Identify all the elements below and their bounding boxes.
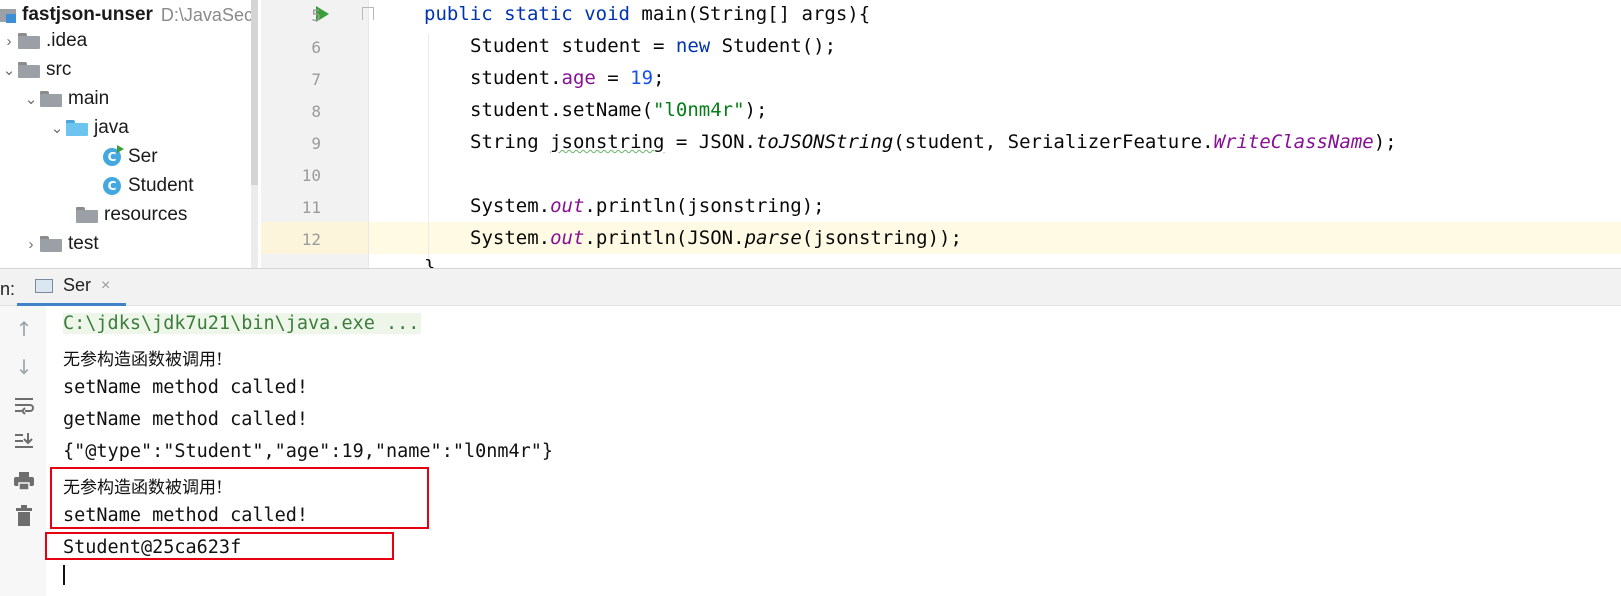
chevron-right-icon[interactable]: › (0, 33, 18, 50)
chevron-down-icon[interactable]: ⌄ (22, 90, 40, 108)
resources-folder-icon (76, 207, 98, 223)
tree-item-idea[interactable]: › .idea (0, 26, 88, 56)
arrow-up-icon[interactable]: ↑ (13, 317, 35, 341)
tree-item-label: .idea (46, 30, 88, 51)
chevron-down-icon[interactable]: ⌄ (0, 61, 18, 79)
folder-icon (40, 236, 62, 252)
source-folder-icon (66, 120, 88, 136)
tree-item-label: test (68, 233, 99, 254)
code-line-9: String jsonstring = JSON.toJSONString(st… (470, 131, 1397, 153)
line-number: 8 (311, 102, 321, 121)
close-icon[interactable]: × (101, 277, 110, 295)
project-name: fastjson-unser (22, 4, 153, 25)
runnable-class-icon: C (103, 145, 124, 166)
code-line-5: public static void main(String[] args){ (424, 3, 871, 25)
indent-guide (428, 34, 429, 266)
console-line: setName method called! (63, 377, 309, 398)
tree-scrollbar[interactable] (251, 0, 258, 272)
code-line-11: System.out.println(jsonstring); (470, 195, 825, 217)
tree-item-test[interactable]: › test (22, 229, 99, 259)
tree-item-label: main (68, 88, 110, 109)
tree-item-resources[interactable]: resources (76, 200, 187, 230)
code-line-8: student.setName("l0nm4r"); (470, 99, 768, 121)
folder-icon (18, 62, 40, 78)
tree-item-label: Ser (128, 146, 158, 167)
text-caret (63, 565, 65, 585)
print-icon[interactable] (13, 470, 35, 492)
console-line: 无参构造函数被调用! (63, 350, 223, 370)
line-number: 10 (301, 166, 321, 185)
tree-item-student[interactable]: C Student (103, 171, 194, 201)
run-toolbar: ↑ ↓ (0, 306, 47, 596)
console-line: getName method called! (63, 409, 309, 430)
tree-item-java[interactable]: ⌄ java (48, 113, 129, 143)
line-number: 11 (301, 198, 321, 217)
code-line-7: student.age = 19; (470, 67, 665, 89)
chevron-right-icon[interactable]: › (22, 236, 40, 253)
run-panel-header (0, 268, 1621, 306)
tree-item-label: java (94, 117, 129, 138)
folder-icon (40, 91, 62, 107)
console-line: {"@type":"Student","age":19,"name":"l0nm… (63, 441, 554, 462)
tree-item-label: resources (104, 204, 188, 225)
arrow-down-icon[interactable]: ↓ (13, 355, 35, 379)
console-icon (35, 278, 53, 293)
code-line-6: Student student = new Student(); (470, 35, 837, 57)
tree-item-label: src (46, 59, 72, 80)
line-number: 7 (311, 70, 321, 89)
console-command-line: C:\jdks\jdk7u21\bin\java.exe ... (63, 313, 422, 334)
tab-label: Ser (63, 275, 92, 295)
chevron-down-icon[interactable]: ⌄ (48, 119, 66, 137)
scroll-to-end-icon[interactable] (13, 430, 35, 452)
tree-item-src[interactable]: ⌄ src (0, 55, 72, 85)
run-panel-label: n: (0, 279, 16, 299)
tree-item-label: Student (128, 175, 194, 196)
class-icon: C (103, 177, 121, 195)
trash-icon[interactable] (13, 505, 35, 527)
project-tree: fastjson-unser D:\JavaSec\f › .idea ⌄ sr… (0, 0, 258, 272)
tab-ser[interactable]: Ser × (17, 268, 126, 306)
soft-wrap-icon[interactable] (13, 394, 35, 416)
fold-icon[interactable] (362, 7, 374, 20)
tree-item-ser[interactable]: C Ser (103, 142, 158, 172)
folder-icon (18, 33, 40, 49)
code-line-partial: } (424, 256, 436, 268)
tree-item-main[interactable]: ⌄ main (22, 84, 109, 114)
line-number: 5 (311, 6, 321, 25)
project-path: D:\JavaSec\f (160, 4, 258, 25)
annotation-box-result (45, 532, 394, 560)
line-number: 6 (311, 38, 321, 57)
line-number: 9 (311, 134, 321, 153)
scrollbar-thumb[interactable] (251, 0, 258, 185)
line-number: 12 (301, 230, 321, 249)
code-line-12: System.out.println(JSON.parse(jsonstring… (470, 227, 962, 249)
project-icon (0, 7, 16, 23)
annotation-box-deserialize (50, 467, 429, 529)
